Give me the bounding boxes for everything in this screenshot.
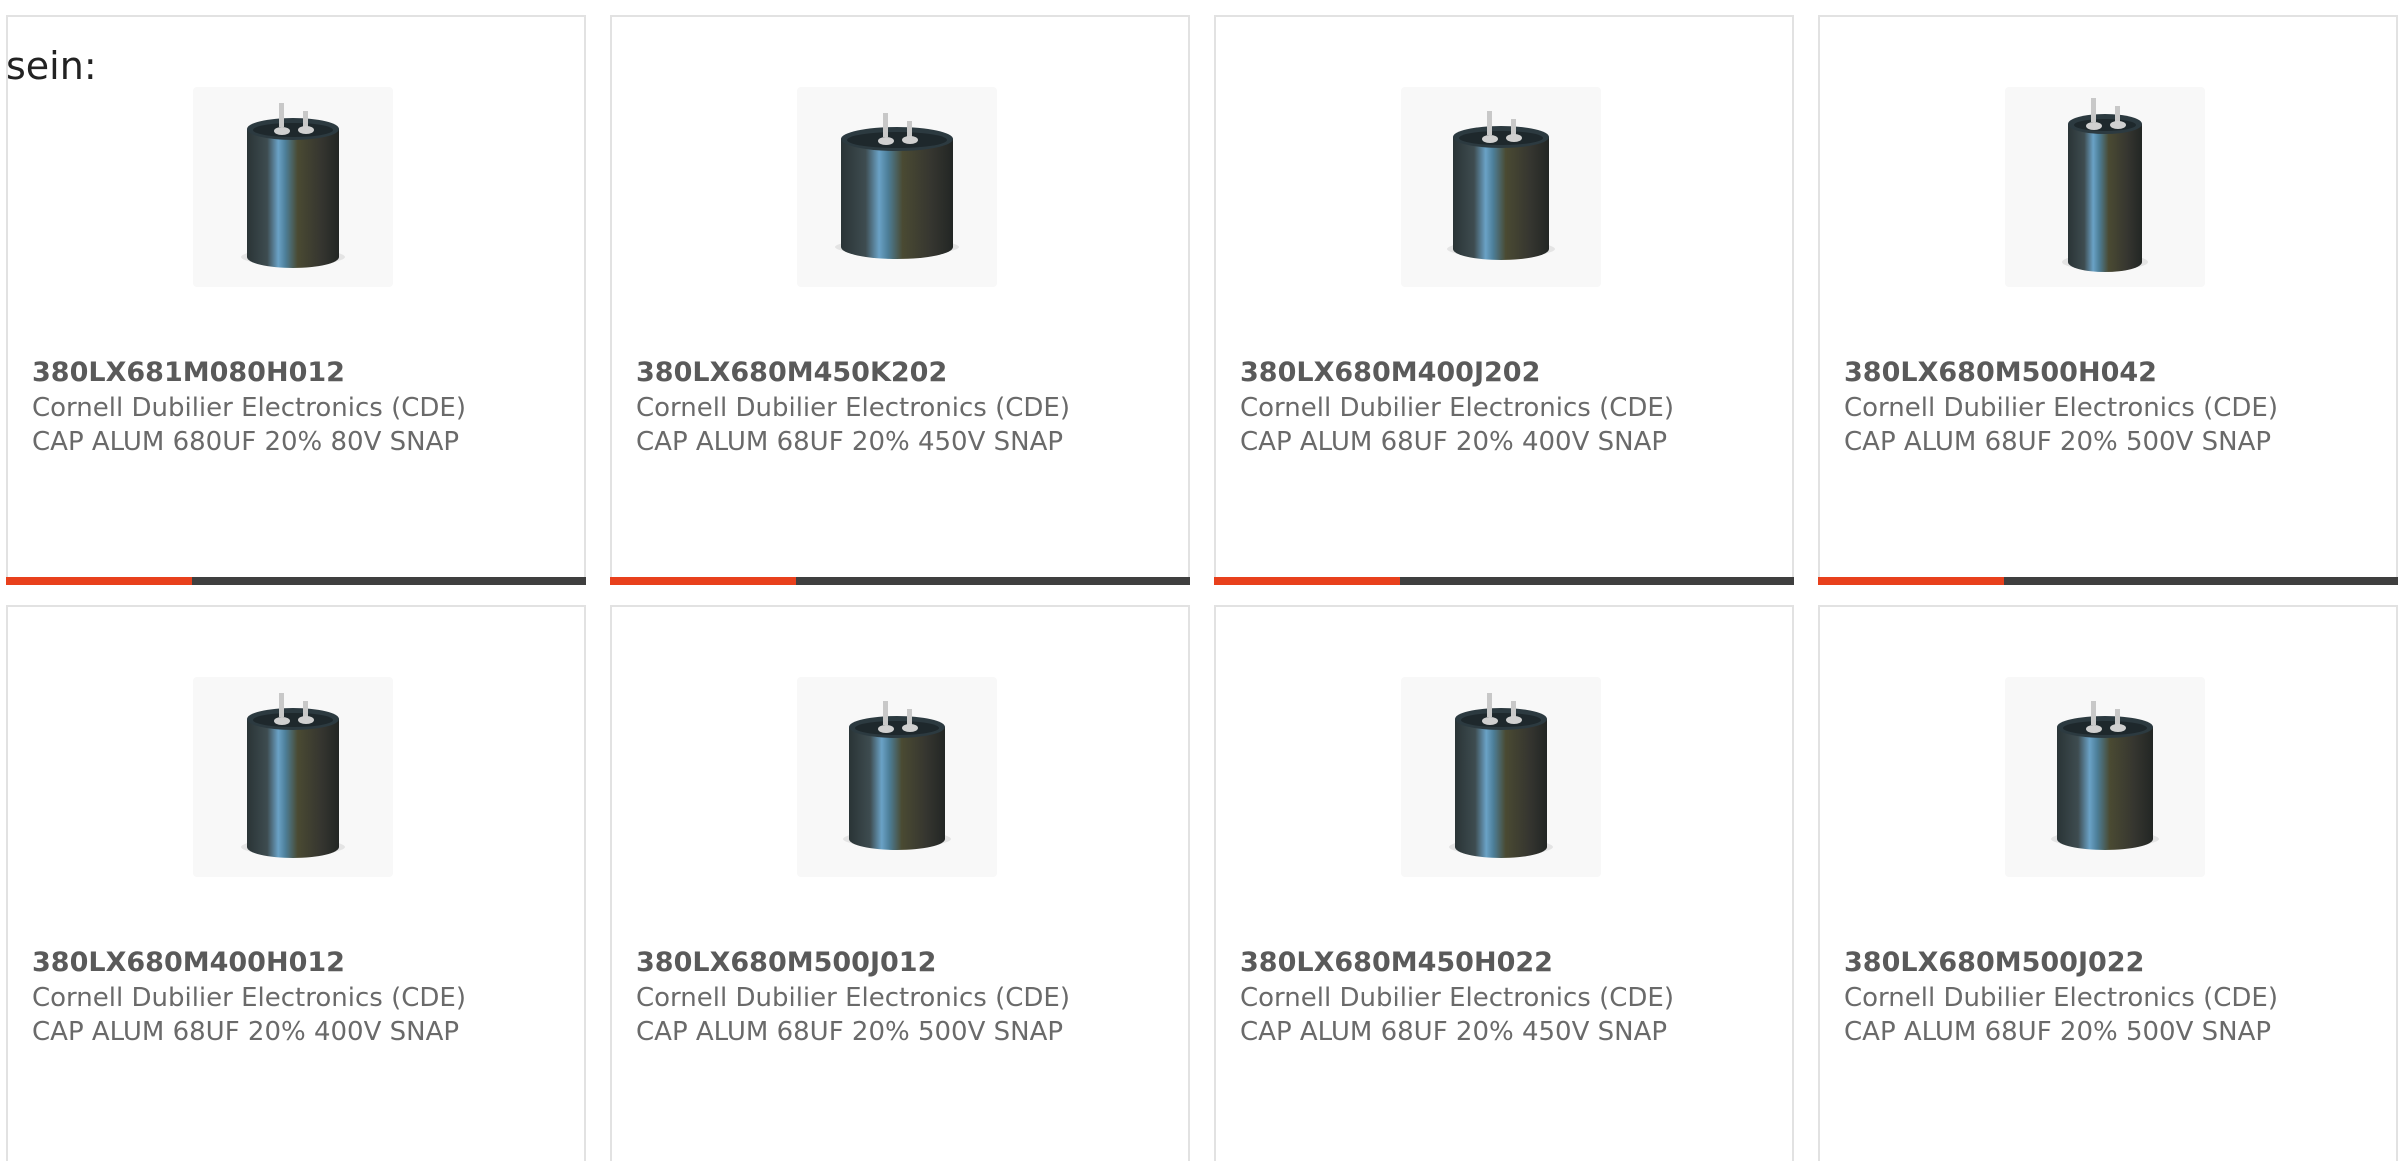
product-description: CAP ALUM 68UF 20% 400V SNAP <box>1240 427 1668 457</box>
capacitor-icon <box>2051 701 2159 850</box>
capacitor-icon <box>2062 98 2148 272</box>
product-description: CAP ALUM 68UF 20% 500V SNAP <box>1844 1017 2272 1047</box>
manufacturer-label: Cornell Dubilier Electronics (CDE) <box>1844 393 2278 423</box>
manufacturer-label: Cornell Dubilier Electronics (CDE) <box>1240 393 1674 423</box>
product-card[interactable]: 380LX680M500J012 Cornell Dubilier Electro… <box>610 605 1190 1161</box>
capacitor-icon <box>241 693 345 858</box>
product-image[interactable] <box>797 87 997 287</box>
progress-bar <box>1818 577 2398 585</box>
part-number-link[interactable]: 380LX680M400H012 <box>32 947 345 978</box>
part-number-link[interactable]: 380LX680M500H042 <box>1844 357 2157 388</box>
product-description: CAP ALUM 68UF 20% 500V SNAP <box>1844 427 2272 457</box>
product-card[interactable]: 380LX681M080H012 Cornell Dubilier Electro… <box>6 15 586 585</box>
product-description: CAP ALUM 68UF 20% 450V SNAP <box>636 427 1064 457</box>
product-description: CAP ALUM 68UF 20% 400V SNAP <box>32 1017 460 1047</box>
intro-text: sein: <box>6 44 97 88</box>
product-image[interactable] <box>2005 87 2205 287</box>
capacitor-icon <box>835 113 959 259</box>
product-card[interactable]: 380LX680M500H042 Cornell Dubilier Electro… <box>1818 15 2398 585</box>
product-image[interactable] <box>1401 677 1601 877</box>
capacitor-icon <box>1449 693 1553 858</box>
product-image[interactable] <box>2005 677 2205 877</box>
product-card[interactable]: 380LX680M400J202 Cornell Dubilier Electro… <box>1214 15 1794 585</box>
progress-fill <box>6 577 192 585</box>
part-number-link[interactable]: 380LX681M080H012 <box>32 357 345 388</box>
part-number-link[interactable]: 380LX680M400J202 <box>1240 357 1540 388</box>
product-image[interactable] <box>193 677 393 877</box>
capacitor-icon <box>1447 111 1555 260</box>
product-image[interactable] <box>1401 87 1601 287</box>
progress-bar <box>6 577 586 585</box>
progress-fill <box>1214 577 1400 585</box>
product-card[interactable]: 380LX680M450H022 Cornell Dubilier Electro… <box>1214 605 1794 1161</box>
page: sein: 380LX681M080H012 Cornell Dubilier E… <box>0 0 2400 1161</box>
product-image[interactable] <box>193 87 393 287</box>
progress-bar <box>1214 577 1794 585</box>
progress-fill <box>1818 577 2004 585</box>
product-description: CAP ALUM 68UF 20% 500V SNAP <box>636 1017 1064 1047</box>
part-number-link[interactable]: 380LX680M500J022 <box>1844 947 2144 978</box>
product-description: CAP ALUM 680UF 20% 80V SNAP <box>32 427 460 457</box>
part-number-link[interactable]: 380LX680M500J012 <box>636 947 936 978</box>
product-description: CAP ALUM 68UF 20% 450V SNAP <box>1240 1017 1668 1047</box>
manufacturer-label: Cornell Dubilier Electronics (CDE) <box>1240 983 1674 1013</box>
progress-fill <box>610 577 796 585</box>
product-card[interactable]: 380LX680M500J022 Cornell Dubilier Electro… <box>1818 605 2398 1161</box>
manufacturer-label: Cornell Dubilier Electronics (CDE) <box>32 393 466 423</box>
part-number-link[interactable]: 380LX680M450H022 <box>1240 947 1553 978</box>
product-image[interactable] <box>797 677 997 877</box>
manufacturer-label: Cornell Dubilier Electronics (CDE) <box>1844 983 2278 1013</box>
manufacturer-label: Cornell Dubilier Electronics (CDE) <box>32 983 466 1013</box>
product-card[interactable]: 380LX680M400H012 Cornell Dubilier Electro… <box>6 605 586 1161</box>
part-number-link[interactable]: 380LX680M450K202 <box>636 357 947 388</box>
product-card[interactable]: 380LX680M450K202 Cornell Dubilier Electro… <box>610 15 1190 585</box>
capacitor-icon <box>241 103 345 268</box>
progress-bar <box>610 577 1190 585</box>
capacitor-icon <box>843 701 951 850</box>
manufacturer-label: Cornell Dubilier Electronics (CDE) <box>636 983 1070 1013</box>
manufacturer-label: Cornell Dubilier Electronics (CDE) <box>636 393 1070 423</box>
